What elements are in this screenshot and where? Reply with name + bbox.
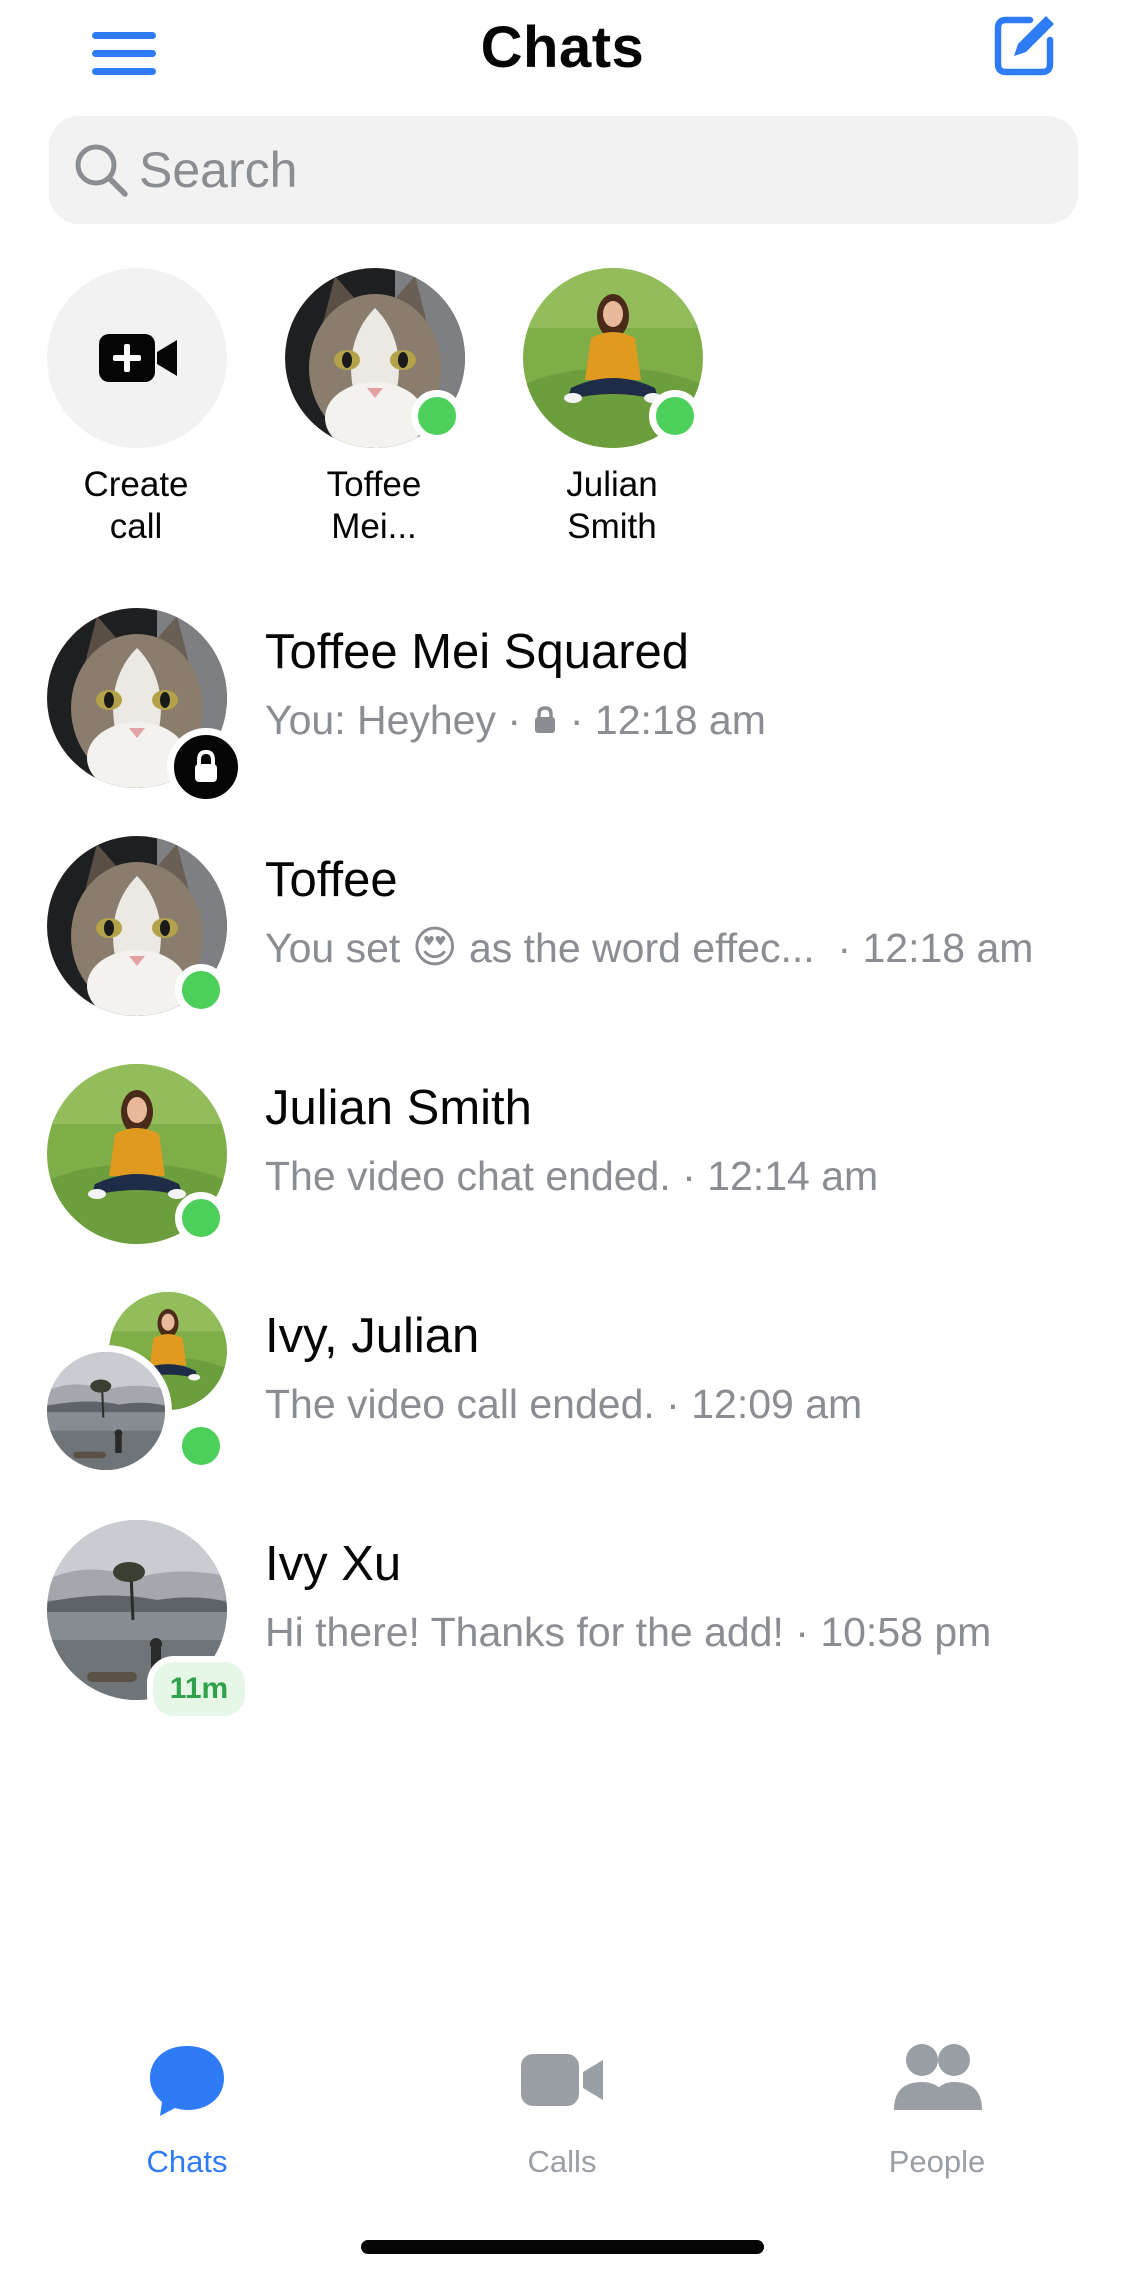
tab-chats[interactable]: Chats bbox=[62, 2040, 312, 2190]
avatar bbox=[47, 1064, 227, 1244]
chat-name: Ivy Xu bbox=[265, 1537, 402, 1591]
tab-calls[interactable]: Calls bbox=[437, 2040, 687, 2190]
chat-preview: Hi there! Thanks for the add! · 10:58 pm bbox=[265, 1609, 992, 1656]
story-label: Create call bbox=[83, 465, 189, 546]
search-input[interactable] bbox=[139, 116, 1039, 224]
story-item-julian-smith[interactable]: Julian Smith bbox=[507, 268, 717, 568]
online-indicator bbox=[175, 1192, 227, 1244]
chat-name: Ivy, Julian bbox=[265, 1309, 480, 1363]
chat-time: 12:18 am bbox=[862, 925, 1034, 972]
chat-time: 10:58 pm bbox=[820, 1609, 992, 1656]
people-icon bbox=[894, 2044, 982, 2110]
create-call-circle bbox=[47, 268, 227, 448]
search-icon bbox=[75, 144, 128, 197]
video-camera-icon bbox=[521, 2054, 603, 2106]
online-indicator bbox=[175, 964, 227, 1016]
chat-row-toffee-mei-squared[interactable]: Toffee Mei Squared You: Heyhey · · 12:18… bbox=[0, 566, 1125, 806]
lock-icon bbox=[535, 706, 556, 734]
chat-row-julian-smith[interactable]: Julian Smith The video chat ended. · 12:… bbox=[0, 1022, 1125, 1250]
tab-label: People bbox=[888, 2144, 986, 2179]
group-avatar bbox=[40, 1292, 227, 1477]
home-indicator[interactable] bbox=[361, 2240, 764, 2254]
chat-preview: The video call ended. · 12:09 am bbox=[265, 1381, 863, 1428]
online-indicator bbox=[411, 390, 463, 442]
avatar: 11m bbox=[47, 1520, 251, 1722]
lock-icon bbox=[195, 749, 217, 782]
chat-row-toffee[interactable]: Toffee You set 😍 as the word effec... · … bbox=[0, 794, 1125, 1022]
online-indicator bbox=[649, 390, 701, 442]
online-indicator bbox=[175, 1420, 227, 1472]
page-title: Chats bbox=[480, 15, 645, 80]
compose-button[interactable] bbox=[990, 10, 1060, 80]
avatar bbox=[47, 1352, 165, 1470]
create-call-button[interactable]: Create call bbox=[31, 268, 241, 568]
chat-time: 12:09 am bbox=[691, 1381, 863, 1428]
video-plus-icon bbox=[99, 334, 177, 382]
chat-name: Toffee bbox=[265, 853, 398, 907]
chat-preview: You set 😍 as the word effec... · 12:18 a… bbox=[265, 923, 1034, 973]
tab-label: Calls bbox=[527, 2144, 597, 2179]
chat-row-ivy-julian[interactable]: Ivy, Julian The video call ended. · 12:0… bbox=[0, 1250, 1125, 1478]
story-label: Toffee Mei... bbox=[326, 465, 422, 546]
story-label: Julian Smith bbox=[566, 465, 658, 546]
chat-row-ivy-xu[interactable]: 11m Ivy Xu Hi there! Thanks for the add!… bbox=[0, 1478, 1125, 1722]
active-ago-badge: 11m bbox=[147, 1656, 251, 1722]
chat-preview: You: Heyhey · · 12:18 am bbox=[265, 697, 766, 744]
tab-people[interactable]: People bbox=[812, 2040, 1062, 2190]
chat-name: Toffee Mei Squared bbox=[265, 625, 690, 679]
avatar bbox=[47, 608, 245, 806]
chat-bubble-icon bbox=[150, 2046, 224, 2116]
tab-label: Chats bbox=[146, 2144, 228, 2179]
story-item-toffee-mei[interactable]: Toffee Mei... bbox=[269, 268, 479, 568]
chat-time: 12:14 am bbox=[707, 1153, 879, 1200]
search-bar[interactable] bbox=[49, 116, 1078, 224]
heart-eyes-emoji: 😍 bbox=[411, 923, 458, 973]
chat-preview: The video chat ended. · 12:14 am bbox=[265, 1153, 879, 1200]
chat-time: 12:18 am bbox=[594, 697, 766, 744]
chat-name: Julian Smith bbox=[265, 1081, 532, 1135]
avatar bbox=[47, 836, 227, 1016]
compose-edit-icon bbox=[994, 16, 1054, 76]
